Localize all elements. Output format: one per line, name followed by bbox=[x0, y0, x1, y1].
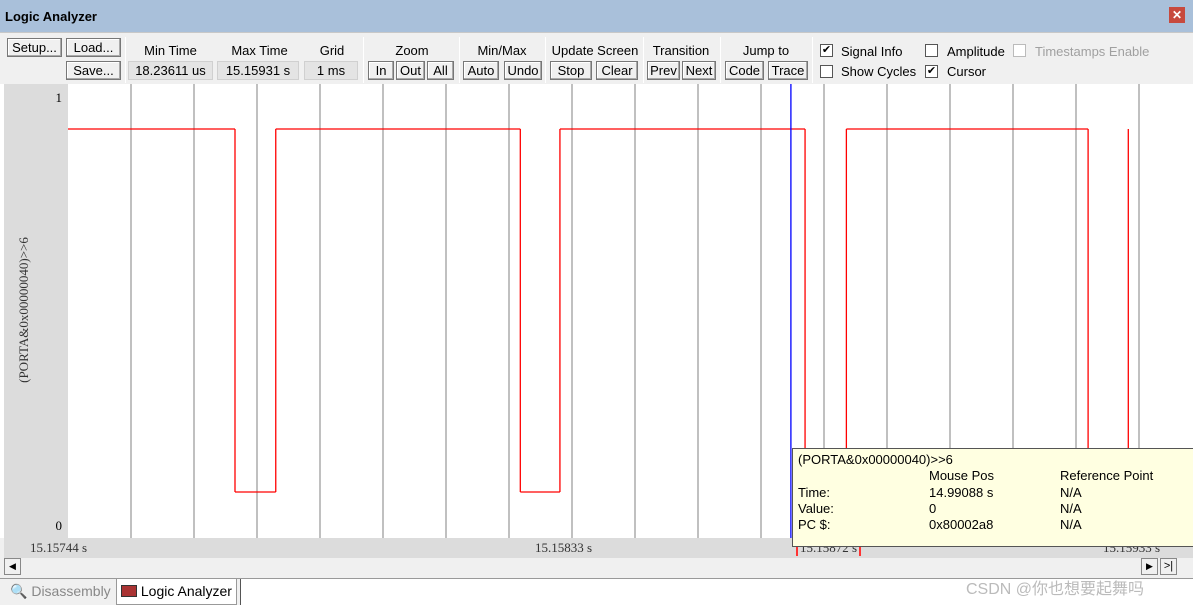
tooltip-row-ref: N/A bbox=[1060, 501, 1082, 516]
load-button[interactable]: Load... bbox=[66, 38, 121, 57]
jump-code-button[interactable]: Code bbox=[725, 61, 764, 80]
tooltip-row-mouse: 0x80002a8 bbox=[929, 517, 994, 532]
undo-button[interactable]: Undo bbox=[504, 61, 542, 80]
transition-label: Transition bbox=[652, 43, 710, 58]
scroll-end-icon[interactable]: >| bbox=[1160, 558, 1177, 575]
cursor-checkbox[interactable]: ✔ bbox=[925, 65, 938, 78]
time-tick: 15.15744 s bbox=[30, 540, 88, 555]
time-tick: 15.15833 s bbox=[535, 540, 593, 555]
tooltip-col-ref: Reference Point bbox=[1060, 468, 1154, 483]
grid-value: 1 ms bbox=[304, 61, 358, 80]
toolbar: Setup... Load... Save... Min Time 18.236… bbox=[0, 32, 1193, 84]
tooltip-row-mouse: 14.99088 s bbox=[929, 485, 994, 500]
zoom-label: Zoom bbox=[395, 43, 429, 58]
minmax-label: Min/Max bbox=[477, 43, 527, 58]
zoom-out-button[interactable]: Out bbox=[396, 61, 425, 80]
jump-to-label: Jump to bbox=[742, 43, 790, 58]
tooltip-row-ref: N/A bbox=[1060, 517, 1082, 532]
tab-disassembly[interactable]: 🔍 Disassembly bbox=[10, 583, 111, 600]
min-time-value: 18.23611 us bbox=[128, 61, 213, 80]
zoom-all-button[interactable]: All bbox=[427, 61, 454, 80]
zoom-in-button[interactable]: In bbox=[368, 61, 394, 80]
setup-button[interactable]: Setup... bbox=[7, 38, 62, 57]
watermark: CSDN @你也想要起舞吗 bbox=[966, 581, 1145, 598]
tab-label: Disassembly bbox=[31, 583, 111, 599]
disassembly-icon: 🔍 bbox=[10, 583, 28, 599]
tooltip-row-mouse: 0 bbox=[929, 501, 937, 516]
timestamps-checkbox bbox=[1013, 44, 1026, 57]
window-title: Logic Analyzer bbox=[5, 9, 97, 24]
scroll-right-icon[interactable]: ▶ bbox=[1141, 558, 1158, 575]
save-button[interactable]: Save... bbox=[66, 61, 121, 80]
show-cycles-checkbox[interactable] bbox=[820, 65, 833, 78]
tooltip-col-mouse: Mouse Pos bbox=[929, 468, 995, 483]
max-time-value: 15.15931 s bbox=[217, 61, 299, 80]
tab-label: Logic Analyzer bbox=[140, 583, 232, 599]
grid-label: Grid bbox=[319, 43, 345, 58]
signal-info-label: Signal Info bbox=[841, 44, 903, 59]
auto-button[interactable]: Auto bbox=[463, 61, 499, 80]
tooltip-title: (PORTA&0x00000040)>>6 bbox=[798, 452, 953, 467]
clear-button[interactable]: Clear bbox=[596, 61, 638, 80]
stop-button[interactable]: Stop bbox=[550, 61, 592, 80]
max-time-label: Max Time bbox=[231, 43, 288, 58]
signal-info-checkbox[interactable]: ✔ bbox=[820, 44, 833, 57]
signal-info-tooltip: (PORTA&0x00000040)>>6 Mouse Pos Referenc… bbox=[792, 448, 1193, 547]
prev-button[interactable]: Prev bbox=[647, 61, 680, 80]
title-bar: Logic Analyzer ✕ bbox=[0, 0, 1193, 32]
tooltip-row-label: PC $: bbox=[798, 517, 831, 532]
tooltip-row-ref: N/A bbox=[1060, 485, 1082, 500]
min-time-label: Min Time bbox=[144, 43, 197, 58]
timestamps-label: Timestamps Enable bbox=[1035, 44, 1150, 59]
logic-analyzer-icon bbox=[121, 585, 137, 597]
close-icon[interactable]: ✕ bbox=[1169, 7, 1185, 23]
horizontal-scrollbar[interactable]: ◀ ▶ >| bbox=[4, 558, 1193, 576]
cursor-label: Cursor bbox=[947, 64, 987, 79]
amplitude-label: Amplitude bbox=[947, 44, 1005, 59]
update-screen-label: Update Screen bbox=[551, 43, 639, 58]
scroll-left-icon[interactable]: ◀ bbox=[4, 558, 21, 575]
amplitude-checkbox[interactable] bbox=[925, 44, 938, 57]
tooltip-row-label: Time: bbox=[798, 485, 831, 500]
next-button[interactable]: Next bbox=[682, 61, 716, 80]
show-cycles-label: Show Cycles bbox=[841, 64, 917, 79]
jump-trace-button[interactable]: Trace bbox=[768, 61, 808, 80]
tab-logic-analyzer[interactable]: Logic Analyzer bbox=[116, 579, 237, 605]
tooltip-row-label: Value: bbox=[798, 501, 834, 516]
